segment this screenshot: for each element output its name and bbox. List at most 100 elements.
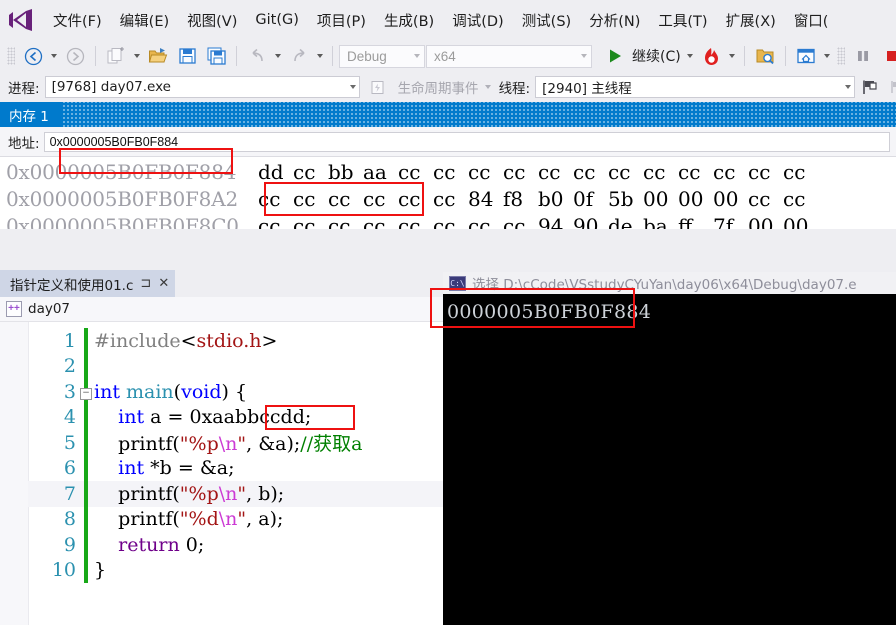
standard-toolbar: Debug x64 继续(C) <box>0 40 896 72</box>
hot-reload-button[interactable] <box>697 43 725 69</box>
code-line[interactable]: 1 #include<stdio.h> <box>28 328 450 354</box>
navigate-forward-button[interactable] <box>61 43 89 69</box>
continue-button[interactable] <box>601 43 629 69</box>
lifecycle-events-icon-button[interactable] <box>364 74 392 100</box>
code-line[interactable]: 7 printf("%p\n", b); <box>28 481 450 507</box>
menu-edit[interactable]: 编辑(E) <box>111 6 178 35</box>
code-token: < <box>180 329 197 352</box>
menu-extensions[interactable]: 扩展(X) <box>717 6 785 35</box>
code-area[interactable]: 1 #include<stdio.h> 2 3 int main(void) {−4 i… <box>0 322 450 625</box>
menu-view[interactable]: 视图(V) <box>178 6 246 35</box>
flags-button[interactable] <box>883 74 896 100</box>
save-all-button[interactable] <box>202 43 230 69</box>
menu-build[interactable]: 生成(B) <box>375 6 443 35</box>
navigate-back-button[interactable] <box>19 43 47 69</box>
lifecycle-caret[interactable] <box>484 85 491 89</box>
code-line[interactable]: 6 int *b = &a; <box>28 455 450 481</box>
memory-byte: cc <box>503 160 526 184</box>
chevron-down-icon <box>845 85 852 89</box>
visual-studio-logo <box>6 8 36 32</box>
thread-combo[interactable]: [2940] 主线程 <box>535 76 856 98</box>
hot-reload-caret[interactable] <box>728 54 735 58</box>
change-bar <box>84 455 88 481</box>
save-button[interactable] <box>173 43 201 69</box>
toolbar-grip-2[interactable] <box>836 47 845 65</box>
code-line[interactable]: 9 return 0; <box>28 532 450 558</box>
memory-byte: cc <box>363 214 386 229</box>
memory-byte: cc <box>643 160 666 184</box>
memory-byte: cc <box>433 187 456 211</box>
toolbar-separator-3 <box>332 46 333 66</box>
line-number: 8 <box>63 508 76 531</box>
fold-toggle[interactable]: − <box>80 387 92 400</box>
memory-row: 0x0000005B0FB0F884 dd cc bb aa cc cc cc cc cc cc c… <box>6 159 896 186</box>
editor-navigation-bar: ++ day07 <box>0 297 450 322</box>
code-token: *b = &a; <box>144 457 235 480</box>
open-folder-icon <box>148 48 168 63</box>
close-icon[interactable]: ✕ <box>158 276 169 291</box>
code-line[interactable]: 4 int a = 0xaabbccdd; <box>28 404 450 430</box>
glyph-margin[interactable] <box>0 322 29 625</box>
memory-byte: f8 <box>503 187 524 211</box>
memory-dump-body[interactable]: 0x0000005B0FB0F884 dd cc bb aa cc cc cc cc cc cc c… <box>0 157 896 229</box>
code-text: int main(void) {− <box>80 381 247 403</box>
console-window[interactable]: C:\ 选择 D:\cCode\VSstudyCYuYan\day06\x64\… <box>443 272 896 625</box>
code-token: " <box>237 433 247 456</box>
new-item-button[interactable] <box>102 43 130 69</box>
menu-test[interactable]: 测试(S) <box>513 6 581 35</box>
continue-caret[interactable] <box>686 54 693 58</box>
redo-button[interactable] <box>285 43 313 69</box>
cpp-file-icon: ++ <box>6 301 22 317</box>
flag-button[interactable] <box>855 74 883 100</box>
code-line[interactable]: 3 int main(void) {− <box>28 379 450 405</box>
code-token: printf( <box>94 508 180 531</box>
memory-byte: cc <box>748 160 771 184</box>
menu-analyze[interactable]: 分析(N) <box>580 6 649 35</box>
code-line[interactable]: 8 printf("%d\n", a); <box>28 506 450 532</box>
code-token: " <box>237 482 247 505</box>
code-line[interactable]: 2 <box>28 353 450 379</box>
solution-platform-combo[interactable]: x64 <box>426 44 592 68</box>
process-combo[interactable]: [9768] day07.exe <box>44 76 360 98</box>
editor-tab-active[interactable]: 指针定义和使用01.c ⊐ ✕ <box>0 270 176 297</box>
menu-tools[interactable]: 工具(T) <box>649 6 716 35</box>
flag-icon <box>862 80 877 94</box>
find-in-folder-button[interactable] <box>751 43 779 69</box>
undo-button[interactable] <box>243 43 271 69</box>
toolbar-grip[interactable] <box>7 47 15 65</box>
pin-icon[interactable]: ⊐ <box>140 276 151 291</box>
navbar-project-name[interactable]: day07 <box>28 301 70 317</box>
memory-byte: cc <box>398 214 421 229</box>
lifecycle-events-label[interactable]: 生命周期事件 <box>398 77 479 97</box>
menu-project[interactable]: 项目(P) <box>308 6 375 35</box>
memory-byte: cc <box>293 187 316 211</box>
undo-caret[interactable] <box>275 54 281 58</box>
memory-byte: cc <box>258 187 281 211</box>
memory-byte: cc <box>328 187 351 211</box>
pause-button[interactable] <box>849 43 877 69</box>
menu-window[interactable]: 窗口( <box>785 6 838 35</box>
home-window-button[interactable] <box>792 43 820 69</box>
home-window-caret[interactable] <box>823 54 830 58</box>
redo-caret[interactable] <box>317 54 323 58</box>
memory-byte: 0f <box>573 187 594 211</box>
memory-byte: 00 <box>748 214 774 229</box>
menu-git[interactable]: Git(G) <box>246 8 308 32</box>
code-line[interactable]: 5 printf("%p\n", &a);//获取a <box>28 430 450 456</box>
code-line[interactable]: 10} <box>28 557 450 583</box>
memory-row-address: 0x0000005B0FB0F8C0 <box>6 214 239 229</box>
memory-byte: cc <box>538 160 561 184</box>
menu-file[interactable]: 文件(F) <box>44 6 111 35</box>
solution-configuration-combo[interactable]: Debug <box>339 44 425 68</box>
toolbar-separator-4 <box>743 46 745 66</box>
code-token: , &a); <box>246 433 301 456</box>
back-dropdown-caret[interactable] <box>51 54 57 58</box>
menu-debug[interactable]: 调试(D) <box>443 6 512 35</box>
stop-button[interactable] <box>878 43 896 69</box>
open-file-button[interactable] <box>144 43 172 69</box>
memory-byte: cc <box>783 187 806 211</box>
memory-address-input[interactable]: 0x0000005B0FB0F884 <box>43 131 890 152</box>
new-item-caret[interactable] <box>134 54 140 58</box>
continue-label[interactable]: 继续(C) <box>630 46 683 66</box>
code-text: int a = 0xaabbccdd; <box>92 406 311 428</box>
